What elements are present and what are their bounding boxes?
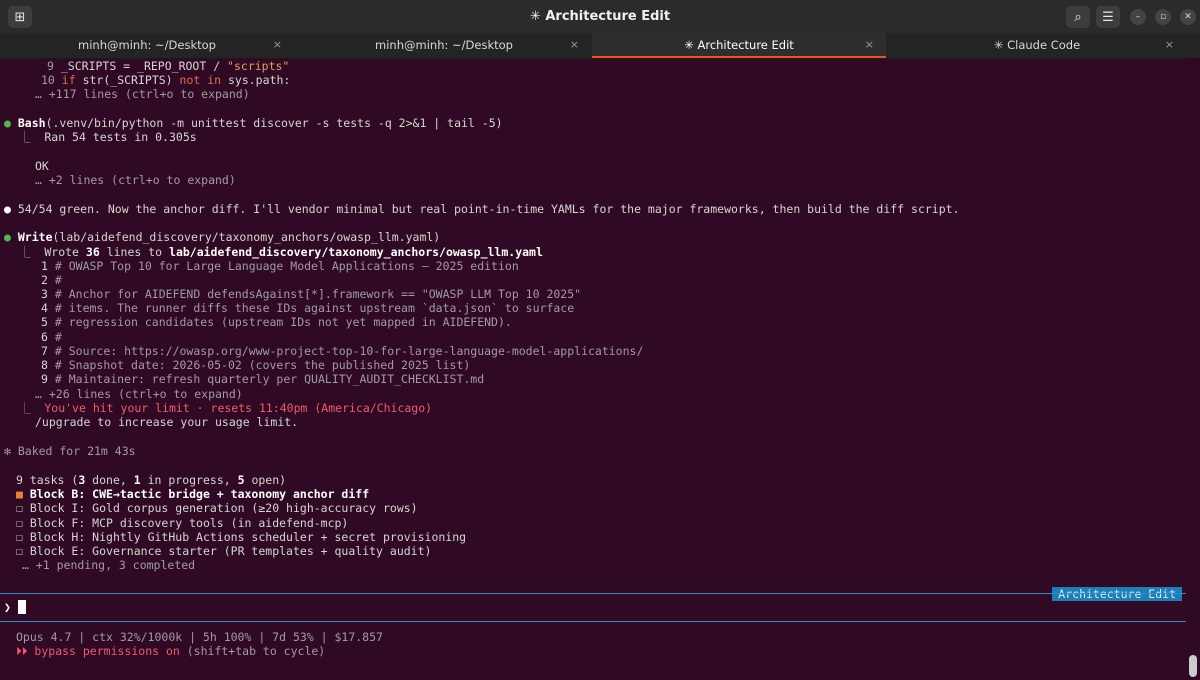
yaml-line: 8 # Snapshot date: 2026-05-02 (covers th… bbox=[41, 358, 471, 372]
tasks-more: … +1 pending, 3 completed bbox=[22, 558, 196, 572]
tab-close-icon[interactable]: × bbox=[273, 38, 282, 51]
title-bar: ⊞ ✳ Architecture Edit ⌕ ☰ – ▫ ✕ bbox=[0, 0, 1200, 33]
task-item: ☐ Block I: Gold corpus generation (≥20 h… bbox=[16, 501, 418, 515]
write-tool-line: ● Write(lab/aidefend_discovery/taxonomy_… bbox=[4, 230, 441, 244]
tab-label: minh@minh: ~/Desktop bbox=[375, 38, 513, 52]
fast-forward-icon: ⏵⏵ bbox=[16, 644, 28, 658]
tab-desktop-1[interactable]: minh@minh: ~/Desktop × bbox=[0, 33, 294, 58]
in-progress-box-icon: ■ bbox=[16, 487, 23, 501]
yaml-line: 5 # regression candidates (upstream IDs … bbox=[41, 315, 512, 329]
code-line: 10 if str(_SCRIPTS) not in sys.path: bbox=[41, 73, 291, 87]
tab-bar: minh@minh: ~/Desktop × minh@minh: ~/Desk… bbox=[0, 33, 1200, 59]
status-dot-icon: ● bbox=[4, 230, 11, 244]
checkbox-icon: ☐ bbox=[16, 544, 23, 558]
expand-hint: … +26 lines (ctrl+o to expand) bbox=[35, 387, 243, 401]
checkbox-icon: ☐ bbox=[16, 516, 23, 530]
tab-close-icon[interactable]: × bbox=[865, 38, 874, 51]
yaml-line: 2 # bbox=[41, 273, 62, 287]
tab-label: ✳ Claude Code bbox=[993, 38, 1081, 52]
close-icon[interactable]: ✕ bbox=[1180, 9, 1196, 25]
assistant-message: ● 54/54 green. Now the anchor diff. I'll… bbox=[4, 202, 960, 216]
tasks-header: 9 tasks (3 done, 1 in progress, 5 open) bbox=[16, 473, 287, 487]
terminal-output[interactable]: 9 _SCRIPTS = _REPO_ROOT / "scripts" 10 i… bbox=[0, 58, 1186, 680]
task-item: ☐ Block E: Governance starter (PR templa… bbox=[16, 544, 432, 558]
bash-output-ok: OK bbox=[35, 159, 49, 173]
minimize-icon[interactable]: – bbox=[1130, 9, 1146, 25]
write-summary: ⎿ Wrote 36 lines to lab/aidefend_discove… bbox=[19, 245, 543, 259]
prompt-chevron-icon: ❯ bbox=[4, 600, 11, 614]
tab-label: ✳ Architecture Edit bbox=[684, 38, 794, 52]
tab-architecture-edit[interactable]: ✳ Architecture Edit × bbox=[592, 33, 886, 58]
upgrade-hint: /upgrade to increase your usage limit. bbox=[35, 415, 299, 429]
yaml-line: 3 # Anchor for AIDEFEND defendsAgainst[*… bbox=[41, 287, 582, 301]
limit-error: ⎿ You've hit your limit · resets 11:40pm… bbox=[19, 401, 433, 415]
input-top-divider bbox=[0, 593, 1186, 594]
yaml-line: 6 # bbox=[41, 330, 62, 344]
scrollbar-thumb[interactable] bbox=[1189, 655, 1197, 677]
search-icon[interactable]: ⌕ bbox=[1066, 6, 1090, 28]
expand-hint: … +2 lines (ctrl+o to expand) bbox=[35, 173, 236, 187]
bash-output-line: ⎿ Ran 54 tests in 0.305s bbox=[19, 130, 197, 144]
scrollbar[interactable] bbox=[1186, 58, 1200, 680]
status-dot-icon: ● bbox=[4, 116, 11, 130]
yaml-line: 1 # OWASP Top 10 for Large Language Mode… bbox=[41, 259, 519, 273]
code-line: 9 _SCRIPTS = _REPO_ROOT / "scripts" bbox=[47, 59, 290, 73]
tab-close-icon[interactable]: × bbox=[570, 38, 579, 51]
tab-close-icon[interactable]: × bbox=[1165, 38, 1174, 51]
yaml-line: 7 # Source: https://owasp.org/www-projec… bbox=[41, 344, 644, 358]
message-dot-icon: ● bbox=[4, 202, 11, 216]
bash-tool-line: ● Bash(.venv/bin/python -m unittest disc… bbox=[4, 116, 503, 130]
hamburger-menu-icon[interactable]: ☰ bbox=[1096, 6, 1120, 28]
tab-label: minh@minh: ~/Desktop bbox=[78, 38, 216, 52]
maximize-icon[interactable]: ▫ bbox=[1155, 9, 1171, 25]
task-item: ☐ Block F: MCP discovery tools (in aidef… bbox=[16, 516, 349, 530]
checkbox-icon: ☐ bbox=[16, 530, 23, 544]
yaml-line: 4 # items. The runner diffs these IDs ag… bbox=[41, 301, 575, 315]
checkbox-icon: ☐ bbox=[16, 501, 23, 515]
tab-claude-code[interactable]: ✳ Claude Code × bbox=[888, 33, 1186, 58]
prompt-input[interactable]: ❯ bbox=[4, 600, 26, 614]
input-bottom-divider bbox=[0, 621, 1186, 622]
window-title: ✳ Architecture Edit bbox=[529, 9, 671, 24]
bypass-permissions-line: ⏵⏵ bypass permissions on (shift+tab to c… bbox=[16, 644, 326, 658]
task-item-in-progress: ■ Block B: CWE→tactic bridge + taxonomy … bbox=[16, 487, 370, 501]
expand-hint: … +117 lines (ctrl+o to expand) bbox=[35, 87, 250, 101]
yaml-line: 9 # Maintainer: refresh quarterly per QU… bbox=[41, 372, 485, 386]
baked-status: ✻ Baked for 21m 43s bbox=[4, 444, 136, 458]
task-item: ☐ Block H: Nightly GitHub Actions schedu… bbox=[16, 530, 467, 544]
tab-desktop-2[interactable]: minh@minh: ~/Desktop × bbox=[297, 33, 591, 58]
status-line: Opus 4.7 | ctx 32%/1000k | 5h 100% | 7d … bbox=[16, 630, 383, 644]
text-cursor bbox=[17, 600, 26, 614]
session-name-badge: Architecture Edit bbox=[1052, 587, 1182, 601]
